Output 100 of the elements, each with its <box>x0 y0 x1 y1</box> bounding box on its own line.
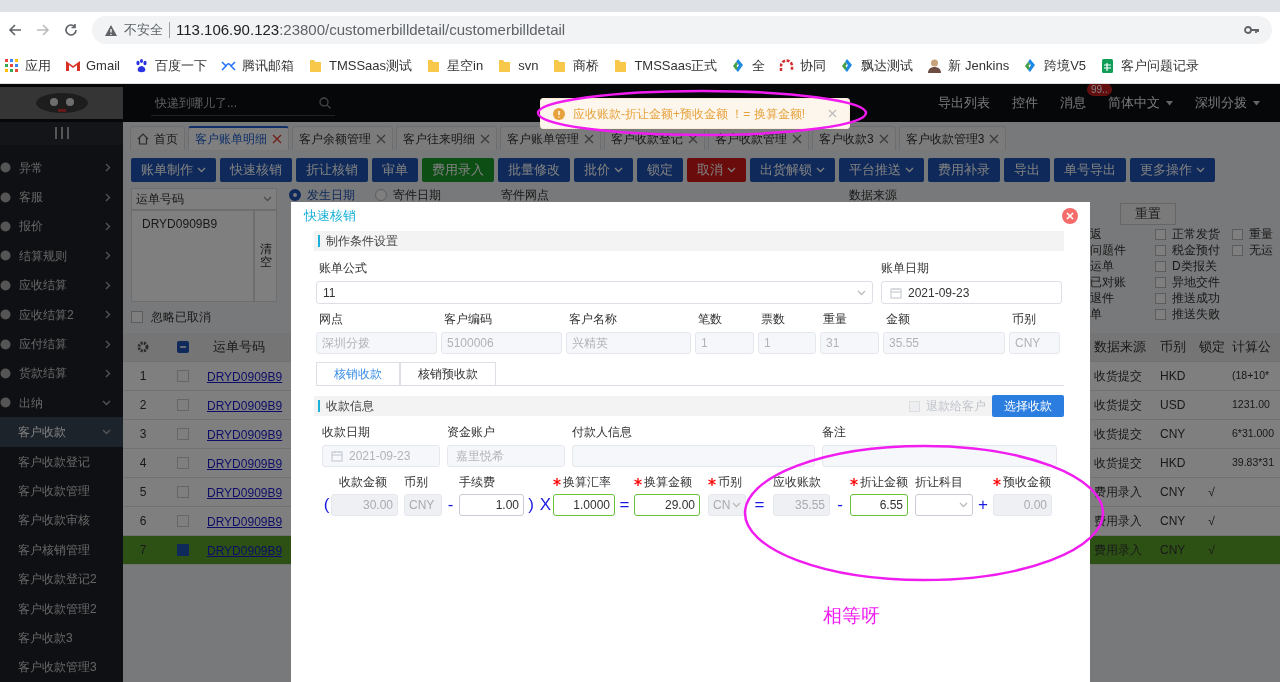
waybill-link[interactable]: DRYD0909B9 <box>207 370 283 384</box>
toolbar-button[interactable]: 取消 <box>687 158 746 182</box>
sidebar-item[interactable]: 应付结算 <box>0 329 123 359</box>
close-icon[interactable] <box>584 133 594 144</box>
close-icon[interactable] <box>376 133 386 144</box>
bookmark[interactable]: svn <box>497 52 539 79</box>
header-menu-item[interactable]: 控件 <box>1012 93 1038 113</box>
toolbar-button[interactable]: 快速核销 <box>220 158 292 182</box>
tab[interactable]: 客户收款3 <box>812 126 896 150</box>
reload-icon[interactable] <box>64 23 78 37</box>
bookmark[interactable]: 协同 <box>779 52 827 79</box>
checkbox[interactable] <box>1232 228 1243 240</box>
bookmark[interactable]: 星空in <box>426 52 484 79</box>
toolbar-button[interactable]: 出货解锁 <box>750 158 835 182</box>
tab[interactable]: 客户收款管理3 <box>898 126 1007 150</box>
row-checkbox[interactable] <box>177 544 189 556</box>
checkbox[interactable] <box>1155 292 1166 304</box>
select-receipt-button[interactable]: 选择收款 <box>992 395 1064 417</box>
close-icon[interactable] <box>272 134 282 144</box>
amount-field[interactable]: 29.00 <box>634 494 700 516</box>
field-select[interactable]: 运单号码 <box>131 188 277 210</box>
tab[interactable]: 客户余额管理 <box>292 126 393 150</box>
toolbar-button[interactable]: 费用录入 <box>422 158 494 182</box>
select-all-checkbox[interactable] <box>177 341 189 353</box>
sidebar-item[interactable]: 结算规则 <box>0 241 123 271</box>
tab[interactable]: 客户账单明细 <box>188 126 289 150</box>
readonly-field[interactable] <box>572 445 815 467</box>
checkbox[interactable] <box>1155 244 1166 256</box>
sidebar-item[interactable]: 报价 <box>0 211 123 242</box>
waybill-link[interactable]: DRYD0909B9 <box>207 457 283 471</box>
search-field[interactable]: 快递到哪儿了... <box>151 90 335 116</box>
close-icon[interactable] <box>480 133 490 144</box>
tab[interactable]: 首页 <box>130 126 185 150</box>
settings-icon[interactable] <box>137 341 149 353</box>
sidebar-item[interactable]: 客户收款登记2 <box>0 564 123 594</box>
bookmark[interactable]: TMSSaas测试 <box>307 52 413 79</box>
waybill-link[interactable]: DRYD0909B9 <box>207 515 283 529</box>
close-icon[interactable] <box>792 133 802 144</box>
tab[interactable]: 核销收款 <box>316 362 400 385</box>
tab[interactable]: 客户往来明细 <box>396 126 497 150</box>
back-icon[interactable] <box>8 23 22 37</box>
sidebar-item[interactable]: 应收结算 <box>0 270 123 300</box>
close-icon[interactable] <box>878 133 889 144</box>
toolbar-button[interactable]: 批价 <box>574 158 633 182</box>
sidebar-item[interactable]: 货款结算 <box>0 358 123 389</box>
reset-button[interactable]: 重置 <box>1120 202 1176 225</box>
toolbar-button[interactable]: 费用补录 <box>928 158 1000 182</box>
bookmark[interactable]: 跨境V5 <box>1023 52 1087 79</box>
header-menu-item[interactable]: 导出列表 <box>938 93 990 113</box>
bookmark[interactable]: 全 <box>731 52 766 79</box>
toolbar-button[interactable]: 导出 <box>1004 158 1050 182</box>
toolbar-button[interactable]: 折让核销 <box>296 158 368 182</box>
waybill-link[interactable]: DRYD0909B9 <box>207 399 283 413</box>
toolbar-button[interactable]: 批量修改 <box>498 158 570 182</box>
browser-tab-strip[interactable] <box>0 0 1280 12</box>
close-icon[interactable] <box>1062 208 1078 224</box>
header-menu-item[interactable]: 深圳分拨 <box>1195 93 1260 113</box>
checkbox[interactable] <box>1232 244 1243 256</box>
toolbar-button[interactable]: 审单 <box>372 158 418 182</box>
bookmark[interactable]: 飘达测试 <box>840 52 914 79</box>
close-icon[interactable] <box>828 109 837 118</box>
bookmark[interactable]: 腾讯邮箱 <box>220 52 294 79</box>
sidebar-item[interactable]: 客户收款管理3 <box>0 652 123 682</box>
toolbar-button[interactable]: 锁定 <box>637 158 683 182</box>
bookmark[interactable]: 客户问题记录 <box>1100 52 1200 79</box>
checkbox[interactable] <box>1155 260 1166 272</box>
amount-field[interactable]: 1.0000 <box>553 494 615 516</box>
select-field[interactable] <box>915 494 973 516</box>
bookmark[interactable]: 商桥 <box>552 52 600 79</box>
bookmark[interactable]: 百度一下 <box>133 52 207 79</box>
sidebar-item[interactable]: 应收结算2 <box>0 299 123 330</box>
toolbar-button[interactable]: 单号导出 <box>1054 158 1126 182</box>
waybill-link[interactable]: DRYD0909B9 <box>207 428 283 442</box>
sidebar-item[interactable]: 客户收款管理 <box>0 476 123 506</box>
sidebar-item[interactable]: 客户收款管理2 <box>0 593 123 624</box>
sidebar-item[interactable]: 客户核销管理 <box>0 535 123 565</box>
tab[interactable]: 核销预收款 <box>400 362 496 385</box>
date-field[interactable]: 2021-09-23 <box>881 281 1062 304</box>
toolbar-button[interactable]: 更多操作 <box>1130 158 1215 182</box>
bookmark[interactable]: Gmail <box>65 52 120 79</box>
radio-button[interactable] <box>375 189 387 201</box>
checkbox[interactable] <box>1155 276 1166 288</box>
bookmark[interactable]: 新 Jenkins <box>927 52 1010 79</box>
checkbox[interactable] <box>1155 228 1166 240</box>
formula-select[interactable]: 11 <box>316 281 873 304</box>
checkbox[interactable] <box>1155 308 1166 320</box>
address-bar[interactable]: 不安全 113.106.90.123:23800/customerbilldetail/customerbilldetail <box>92 16 1272 44</box>
clear-button[interactable]: 清空 <box>254 210 277 302</box>
sidebar-item[interactable]: 异常 <box>0 152 123 183</box>
sidebar-item[interactable]: 客户收款审核 <box>0 505 123 536</box>
sidebar-item[interactable]: 客户收款3 <box>0 623 123 653</box>
sidebar-item[interactable]: 客服 <box>0 182 123 212</box>
forward-icon[interactable] <box>36 23 50 37</box>
close-icon[interactable] <box>688 133 698 144</box>
sidebar-item[interactable]: 客户收款 <box>0 417 123 447</box>
header-menu-item[interactable]: 消息 <box>1060 93 1086 113</box>
close-icon[interactable] <box>989 133 1000 144</box>
amount-field[interactable]: 6.55 <box>850 494 908 516</box>
amount-field[interactable]: 1.00 <box>459 494 524 516</box>
numbers-textarea[interactable]: DRYD0909B9 <box>131 210 254 302</box>
